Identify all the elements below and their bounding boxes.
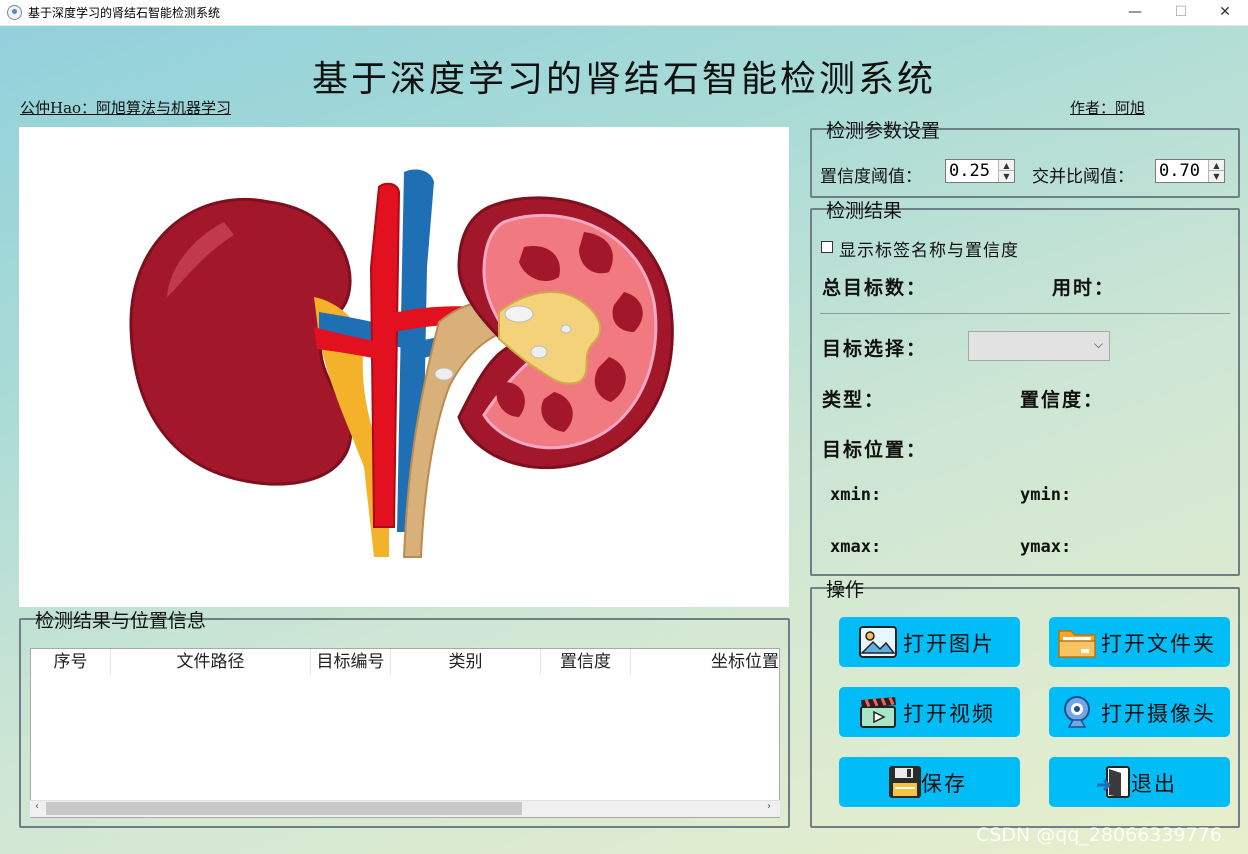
- wechat-label: 公仲Hao：阿旭算法与机器学习: [20, 99, 232, 117]
- xmin-label: xmin:: [830, 485, 882, 505]
- iou-threshold-label: 交并比阈值：: [1032, 167, 1134, 187]
- total-targets-label: 总目标数：: [822, 277, 928, 299]
- spin-up-icon[interactable]: ▲: [999, 160, 1014, 171]
- divider: [820, 313, 1230, 314]
- time-used-label: 用时：: [1052, 277, 1116, 299]
- open-folder-label: 打开文件夹: [1101, 632, 1216, 656]
- results-title: 检测结果: [826, 200, 903, 222]
- app-icon: [7, 5, 22, 20]
- xmax-label: xmax:: [830, 537, 882, 557]
- maximize-button[interactable]: ☐: [1158, 0, 1204, 26]
- iou-threshold-input[interactable]: [1159, 161, 1209, 181]
- column-header-file-path[interactable]: 文件路径: [111, 649, 311, 675]
- kidney-illustration: [129, 169, 674, 558]
- save-button[interactable]: 保存: [839, 757, 1020, 807]
- scroll-right-icon[interactable]: ›: [767, 801, 771, 812]
- results-table-title: 检测结果与位置信息: [35, 610, 207, 632]
- target-select-dropdown[interactable]: ⌵: [968, 331, 1110, 361]
- ymin-label: ymin:: [1020, 485, 1072, 505]
- floppy-disk-icon: [889, 766, 921, 798]
- params-title: 检测参数设置: [826, 120, 941, 142]
- exit-label: 退出: [1131, 772, 1177, 796]
- ymax-label: ymax:: [1020, 537, 1072, 557]
- scrollbar-thumb[interactable]: [46, 802, 522, 815]
- confidence-threshold-spinbox[interactable]: ▲ ▼: [945, 159, 1015, 183]
- spin-down-icon[interactable]: ▼: [1209, 171, 1224, 182]
- minimize-button[interactable]: —: [1112, 0, 1158, 26]
- iou-threshold-spinbox[interactable]: ▲ ▼: [1155, 159, 1225, 183]
- show-labels-label[interactable]: 显示标签名称与置信度: [839, 236, 1019, 261]
- column-header-index[interactable]: 序号: [31, 649, 111, 675]
- column-header-coordinates[interactable]: 坐标位置: [631, 649, 779, 675]
- save-label: 保存: [921, 772, 967, 796]
- author-label: 作者：阿旭: [1070, 99, 1146, 117]
- chevron-down-icon: ⌵: [1093, 337, 1103, 351]
- webcam-icon: [1064, 696, 1090, 728]
- window-title: 基于深度学习的肾结石智能检测系统: [28, 6, 221, 20]
- watermark: CSDN @qq_28066339776: [976, 824, 1222, 846]
- folder-icon: [1058, 630, 1096, 658]
- target-position-label: 目标位置：: [822, 439, 928, 461]
- page-title: 基于深度学习的肾结石智能检测系统: [311, 59, 936, 100]
- open-camera-button[interactable]: 打开摄像头: [1049, 687, 1230, 737]
- operations-title: 操作: [826, 579, 865, 601]
- spin-up-icon[interactable]: ▲: [1209, 160, 1224, 171]
- target-select-label: 目标选择：: [822, 338, 928, 360]
- column-header-class[interactable]: 类别: [391, 649, 541, 675]
- image-display: [19, 127, 789, 607]
- open-video-label: 打开视频: [903, 702, 995, 726]
- exit-button[interactable]: 退出: [1049, 757, 1230, 807]
- open-image-label: 打开图片: [903, 632, 995, 656]
- results-table[interactable]: 序号 文件路径 目标编号 类别 置信度 坐标位置: [30, 648, 780, 818]
- spin-down-icon[interactable]: ▼: [999, 171, 1014, 182]
- open-camera-label: 打开摄像头: [1101, 702, 1216, 726]
- image-icon: [859, 626, 897, 658]
- column-header-confidence[interactable]: 置信度: [541, 649, 631, 675]
- column-header-target-id[interactable]: 目标编号: [311, 649, 391, 675]
- confidence-threshold-label: 置信度阈值：: [820, 167, 922, 187]
- open-video-button[interactable]: 打开视频: [839, 687, 1020, 737]
- video-clapperboard-icon: [860, 697, 896, 728]
- confidence-label: 置信度：: [1020, 389, 1105, 411]
- close-button[interactable]: ✕: [1202, 0, 1248, 26]
- type-label: 类型：: [822, 389, 886, 411]
- open-image-button[interactable]: 打开图片: [839, 617, 1020, 667]
- open-folder-button[interactable]: 打开文件夹: [1049, 617, 1230, 667]
- scroll-left-icon[interactable]: ‹: [35, 801, 39, 812]
- confidence-threshold-input[interactable]: [949, 161, 999, 181]
- exit-door-icon: [1097, 766, 1130, 798]
- show-labels-checkbox[interactable]: [821, 241, 833, 253]
